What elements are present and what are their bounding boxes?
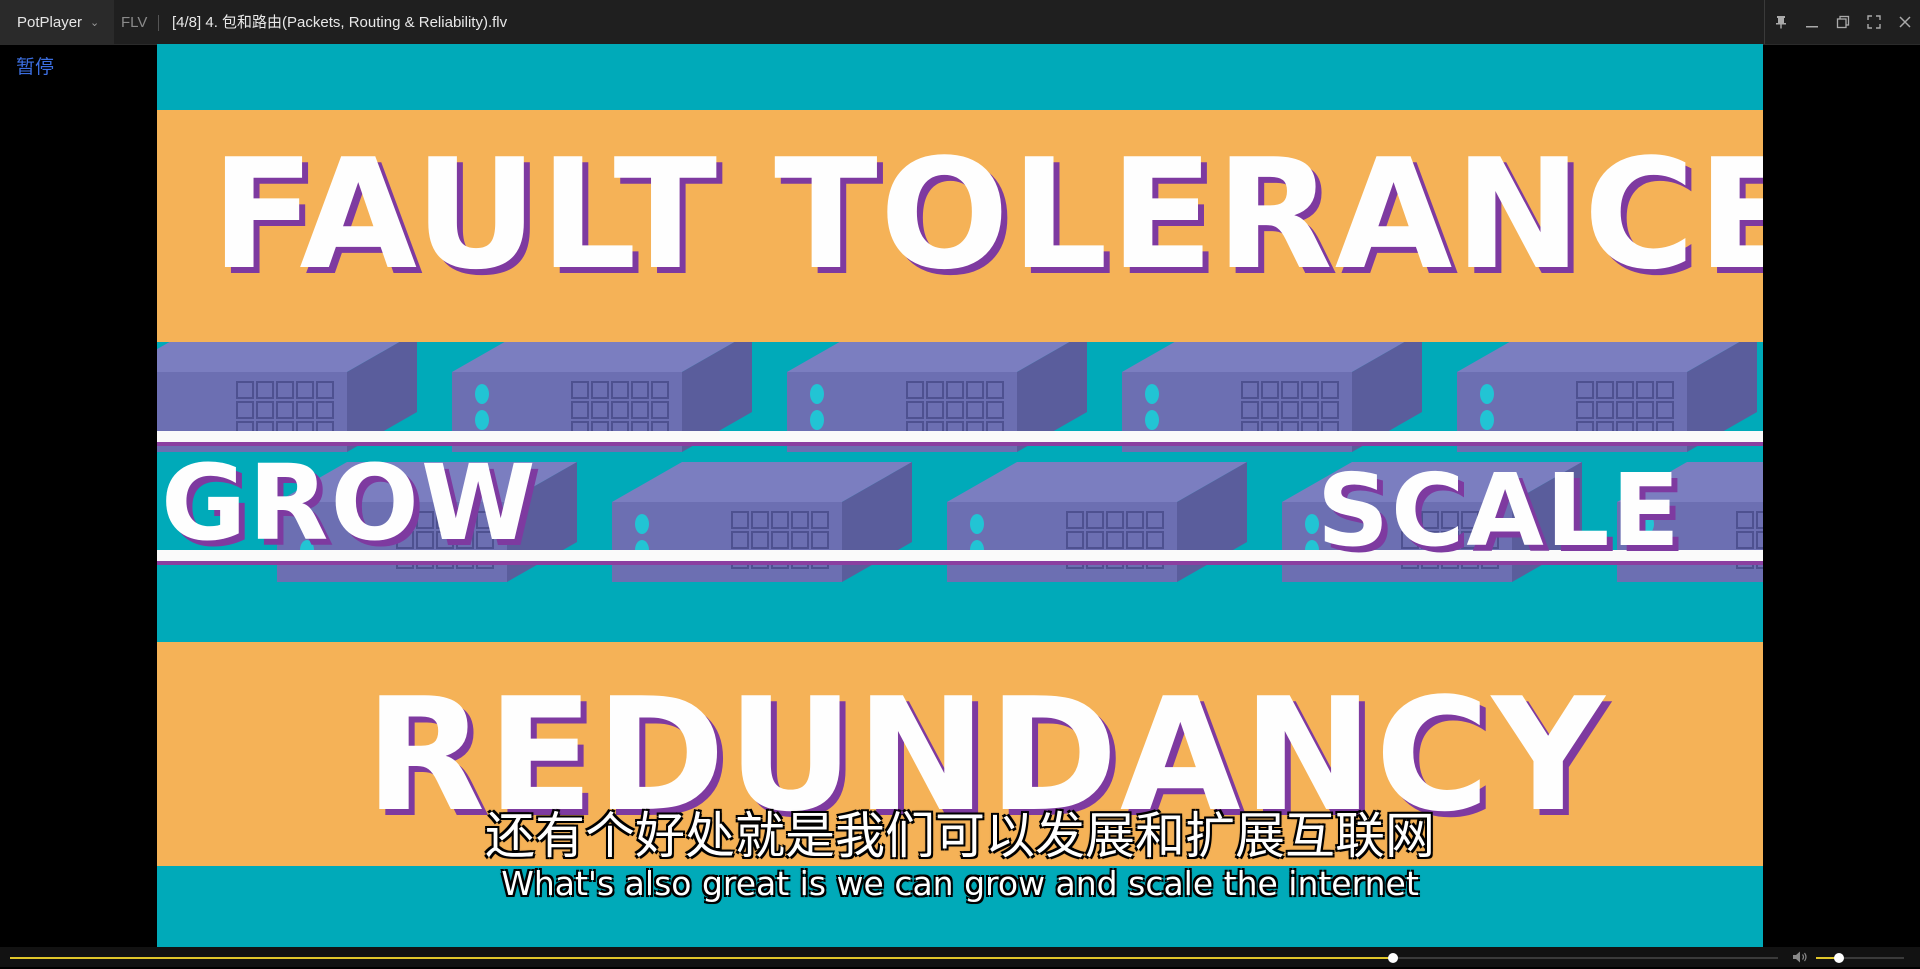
fullscreen-button[interactable] [1858, 0, 1889, 44]
fullscreen-icon [1866, 15, 1881, 29]
speaker-icon [1793, 951, 1807, 963]
volume-slider[interactable] [1816, 953, 1904, 963]
subtitle-chinese: 还有个好处就是我们可以发展和扩展互联网 [485, 807, 1435, 865]
format-label: FLV [121, 14, 148, 31]
seek-progress-fill [10, 957, 1393, 959]
subtitle-english: What's also great is we can grow and sca… [501, 864, 1419, 903]
word-fault-tolerance: FAULT TOLERANCE [211, 126, 1763, 303]
chevron-down-icon: ⌄ [90, 16, 100, 29]
seek-handle[interactable] [1387, 953, 1398, 963]
volume-handle[interactable] [1833, 953, 1844, 963]
seek-bar[interactable] [10, 953, 1778, 963]
app-name: PotPlayer [17, 13, 83, 31]
restore-button[interactable] [1827, 0, 1858, 44]
minimize-button[interactable] [1796, 0, 1827, 44]
restore-icon [1836, 15, 1849, 29]
pin-icon [1775, 16, 1786, 29]
title-separator [158, 15, 159, 31]
window-controls [1764, 0, 1920, 44]
pause-status-text: 暂停 [16, 57, 55, 78]
stripe-upper [157, 431, 1763, 442]
video-frame[interactable]: FAULT TOLERANCE GROW SCALE REDUNDANCY 还有… [157, 44, 1763, 947]
file-title: [4/8] 4. 包和路由(Packets, Routing & Reliabi… [172, 14, 508, 31]
word-scale: SCALE [1317, 452, 1682, 569]
title-bar: PotPlayer ⌄ FLV [4/8] 4. 包和路由(Packets, R… [0, 0, 1920, 45]
app-menu-button[interactable]: PotPlayer ⌄ [0, 0, 114, 44]
close-icon [1898, 16, 1911, 28]
word-grow: GROW [161, 442, 538, 564]
pin-button[interactable] [1765, 0, 1796, 44]
minimize-icon [1805, 26, 1818, 28]
close-button[interactable] [1889, 0, 1920, 44]
control-bar [0, 947, 1920, 967]
volume-button[interactable] [1792, 950, 1808, 969]
